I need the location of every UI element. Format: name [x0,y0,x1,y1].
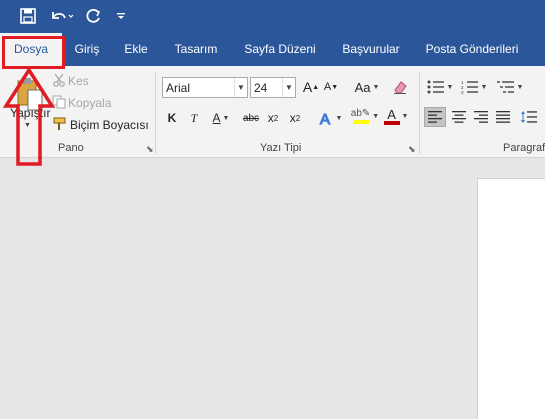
tab-giris[interactable]: Giriş [62,33,112,66]
tab-posta-gonderileri[interactable]: Posta Gönderileri [414,33,530,66]
align-center-icon [452,111,466,123]
paragraph-group-label: Paragraf [503,142,545,154]
copy-label: Kopyala [68,96,112,110]
align-right-icon [474,111,488,123]
justify-icon [496,111,510,123]
annotation-highlight-box [2,36,65,69]
shrink-font-button[interactable]: A ▼ [322,77,340,97]
redo-icon[interactable] [84,6,104,26]
font-color-icon: A [387,106,396,122]
highlight-color-button[interactable]: ab✎ ▼ [350,106,380,126]
font-name-value: Arial [166,80,191,95]
align-right-button[interactable] [470,107,492,127]
font-size-select[interactable]: 24 ▼ [250,77,296,98]
font-size-value: 24 [254,80,268,95]
font-name-select[interactable]: Arial ▼ [162,77,248,98]
tab-ekle[interactable]: Ekle [112,33,160,66]
font-group-label: Yazı Tipi [260,142,302,154]
superscript-button[interactable]: x2 [286,108,304,128]
undo-icon[interactable] [48,6,76,26]
text-effects-button[interactable]: A ▼ [316,108,344,128]
align-center-button[interactable] [448,107,470,127]
font-color-bar [383,120,400,125]
highlight-color-bar [352,120,369,124]
text-effects-icon: A [319,110,330,126]
italic-icon: T [190,110,198,125]
cut-label: Kes [68,74,89,88]
justify-button[interactable] [492,107,514,127]
strikethrough-button[interactable]: abc [240,108,262,128]
line-spacing-button[interactable] [516,107,542,127]
tab-basvurular[interactable]: Başvurular [328,33,414,66]
subscript-button[interactable]: x2 [264,108,282,128]
annotation-arrow-icon [2,66,56,166]
grow-font-icon: A [302,79,313,95]
copy-button[interactable]: Kopyala [52,94,111,112]
highlighter-icon: ab✎ [350,108,371,119]
font-color-button[interactable]: A ▼ [382,106,410,126]
customize-icon[interactable] [114,6,128,26]
clipboard-launcher-icon[interactable]: ⬊ [146,144,154,155]
bullets-icon [427,80,444,94]
multilevel-list-icon [496,81,514,93]
group-divider [155,72,156,154]
ribbon: Yapıştır ▼ Kes Kopyala Biçim Boyacısı Pa… [0,66,545,158]
change-case-icon: Aa [354,79,371,95]
bullets-button[interactable]: ▼ [424,77,456,97]
shrink-font-icon: A [323,81,332,93]
change-case-button[interactable]: Aa ▼ [352,77,382,97]
svg-text:3: 3 [461,90,464,94]
clear-formatting-button[interactable] [390,77,410,97]
numbering-icon: 123 [461,80,478,94]
underline-icon: A [212,111,221,125]
underline-button[interactable]: A ▼ [206,108,236,128]
eraser-icon [394,81,407,94]
document-page[interactable] [477,178,545,419]
quick-access-toolbar [0,0,545,33]
align-left-button[interactable] [424,107,446,127]
italic-button[interactable]: T [186,108,202,128]
strikethrough-icon: abc [242,112,260,124]
tab-sayfa-duzeni[interactable]: Sayfa Düzeni [232,33,328,66]
group-divider [419,72,420,154]
chevron-down-icon: ▼ [234,78,247,97]
ribbon-tabs: Dosya Giriş Ekle Tasarım Sayfa Düzeni Ba… [0,33,545,66]
multilevel-list-button[interactable]: ▼ [494,77,526,97]
font-launcher-icon[interactable]: ⬊ [408,144,416,155]
numbering-button[interactable]: 1 2 3 ▼ [458,77,490,97]
document-area [0,159,545,419]
clipboard-group-label: Pano [58,142,84,154]
chevron-down-icon: ▼ [282,78,295,97]
save-icon[interactable] [18,6,38,26]
grow-font-button[interactable]: A ▲ [302,77,320,97]
bold-icon: K [167,111,177,125]
bold-button[interactable]: K [164,108,180,128]
line-spacing-icon [521,111,537,123]
format-painter-button[interactable]: Biçim Boyacısı [52,116,149,134]
align-left-icon [428,111,442,123]
svg-text:A: A [320,111,330,126]
format-painter-label: Biçim Boyacısı [70,118,149,132]
tab-tasarim[interactable]: Tasarım [160,33,232,66]
